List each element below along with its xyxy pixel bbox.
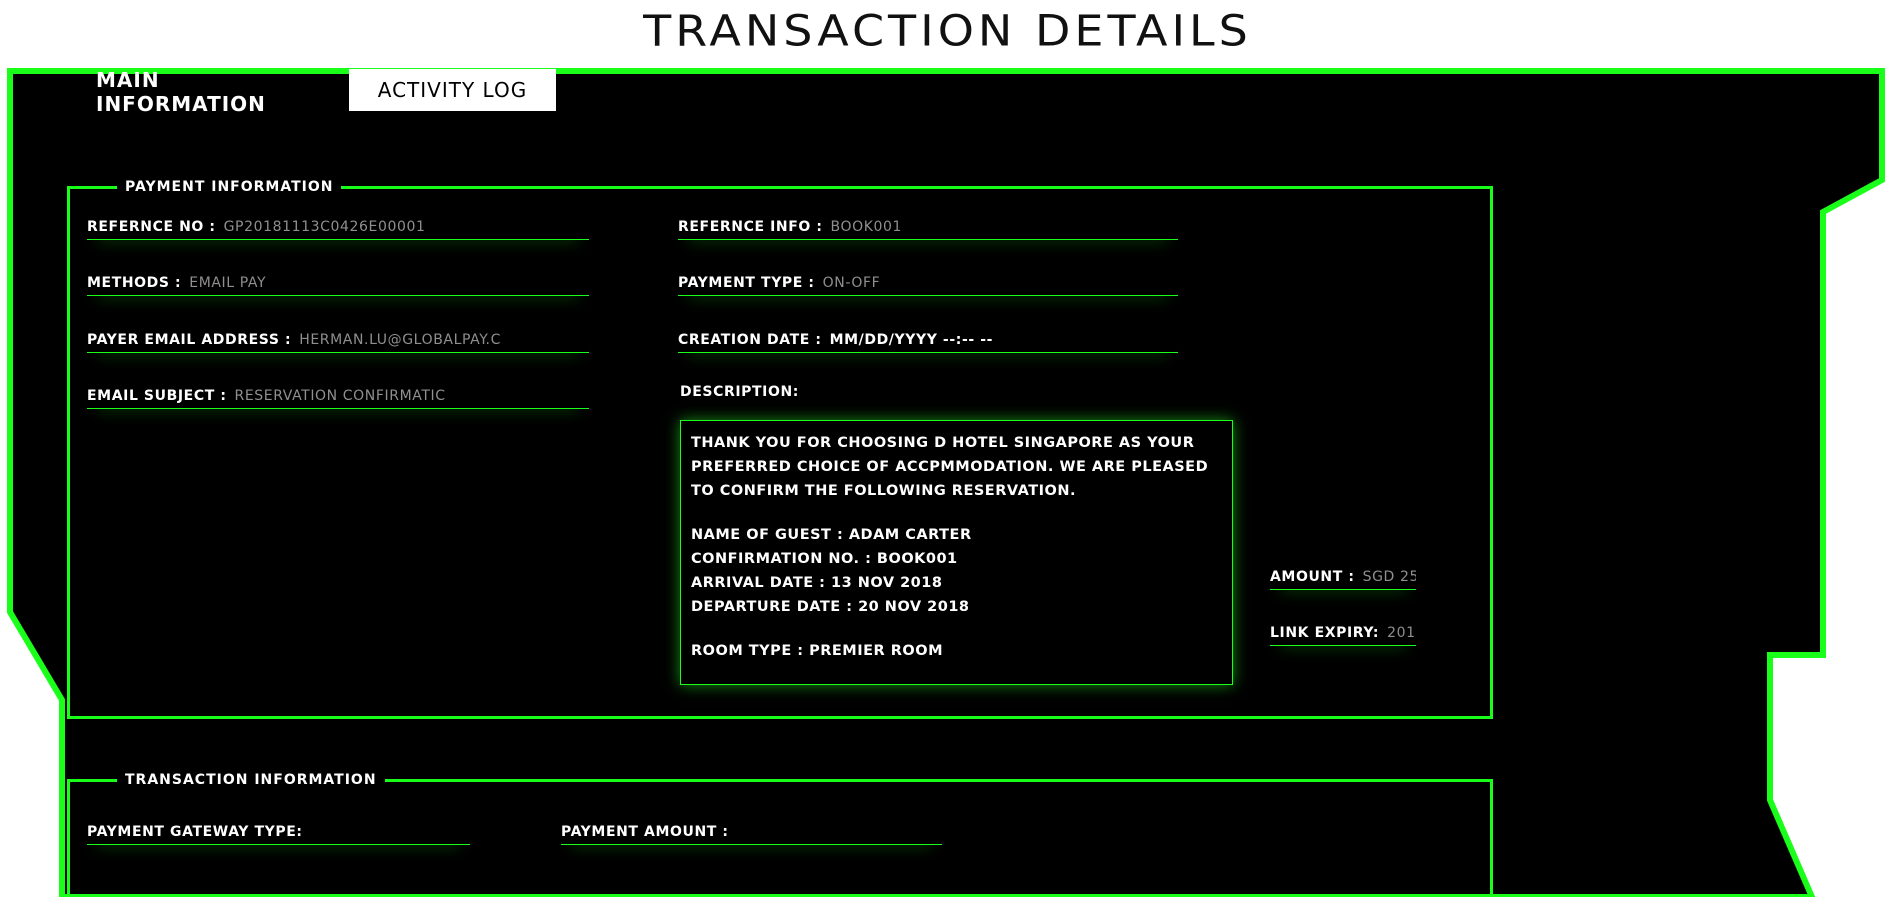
gateway-type-field: Payment Gateway Type: — [87, 818, 470, 845]
reference-info-field: Refernce Info : BOOK001 — [678, 213, 1178, 240]
creation-date-value[interactable]: mm/dd/yyyy --:-- -- — [830, 332, 994, 348]
email-subject-value[interactable]: Reservation Confirmatic — [235, 388, 446, 404]
description-intro: Thank you for choosing D Hotel Singapore… — [691, 435, 1209, 499]
link-expiry-field: Link Expiry: 2018-11-20 — [1270, 619, 1416, 646]
payment-type-value[interactable]: On-Off — [823, 275, 881, 291]
description-room: Room Type : Premier Room — [691, 643, 944, 659]
description-box[interactable]: Thank you for choosing D Hotel Singapore… — [680, 420, 1233, 685]
methods-field: Methods : Email Pay — [87, 269, 589, 296]
reference-no-label: Refernce No : — [87, 219, 216, 235]
reference-no-value[interactable]: GP20181113C0426E00001 — [224, 219, 426, 235]
creation-date-label: Creation Date : — [678, 332, 822, 348]
payment-information-legend: Payment Information — [117, 178, 342, 196]
gateway-type-label: Payment Gateway Type: — [87, 824, 303, 840]
description-confirmation: Confirmation No. : BOOK001 — [691, 551, 958, 567]
payment-type-field: Payment Type : On-Off — [678, 269, 1178, 296]
reference-info-value[interactable]: BOOK001 — [831, 219, 903, 235]
page: Transaction Details Main Information Act… — [0, 0, 1895, 897]
amount-field: Amount : SGD 250. — [1270, 563, 1416, 590]
link-expiry-label: Link Expiry: — [1270, 625, 1380, 641]
payer-email-field: Payer Email Address : herman.lu@globalpa… — [87, 326, 589, 353]
payer-email-value[interactable]: herman.lu@globalpay.c — [299, 332, 501, 348]
email-subject-field: Email Subject : Reservation Confirmatic — [87, 382, 589, 409]
transaction-information-legend: Transaction Information — [117, 771, 385, 789]
tab-activity-log[interactable]: Activity Log — [349, 69, 556, 111]
payment-amount-field: Payment Amount : — [561, 818, 942, 845]
reference-no-field: Refernce No : GP20181113C0426E00001 — [87, 213, 589, 240]
link-expiry-value[interactable]: 2018-11-20 — [1387, 625, 1416, 641]
email-subject-label: Email Subject : — [87, 388, 227, 404]
description-label: Description: — [680, 384, 799, 400]
description-departure: Departure Date : 20 Nov 2018 — [691, 599, 970, 615]
methods-value[interactable]: Email Pay — [189, 275, 266, 291]
amount-value[interactable]: SGD 250. — [1363, 569, 1416, 585]
payment-amount-label: Payment Amount : — [561, 824, 729, 840]
payer-email-label: Payer Email Address : — [87, 332, 292, 348]
description-arrival: Arrival Date : 13 Nov 2018 — [691, 575, 943, 591]
amount-label: Amount : — [1270, 569, 1355, 585]
reference-info-label: Refernce Info : — [678, 219, 823, 235]
tab-main-information[interactable]: Main Information — [96, 68, 332, 116]
payment-type-label: Payment Type : — [678, 275, 815, 291]
description-guest: Name of Guest : Adam Carter — [691, 527, 972, 543]
methods-label: Methods : — [87, 275, 182, 291]
creation-date-field: Creation Date : mm/dd/yyyy --:-- -- — [678, 326, 1178, 353]
